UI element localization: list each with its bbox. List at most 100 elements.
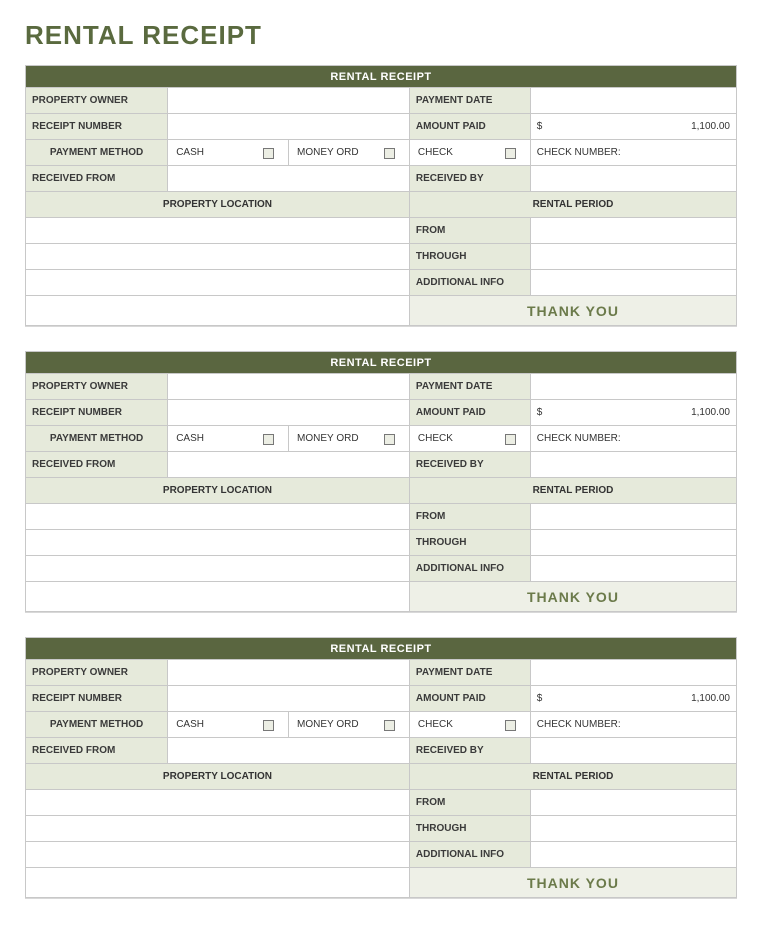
check-option[interactable]: CHECK [409, 140, 530, 166]
property-location-line[interactable] [26, 816, 410, 842]
property-location-line[interactable] [26, 218, 410, 244]
property-location-line[interactable] [26, 244, 410, 270]
receipt-number-value[interactable] [168, 400, 410, 426]
money-order-option[interactable]: MONEY ORD [289, 140, 410, 166]
property-owner-label: PROPERTY OWNER [26, 660, 168, 686]
property-location-line[interactable] [26, 296, 410, 326]
property-owner-value[interactable] [168, 660, 410, 686]
from-label: FROM [409, 790, 530, 816]
checkbox-icon[interactable] [263, 148, 274, 159]
amount-paid-label: AMOUNT PAID [409, 686, 530, 712]
receipt-number-label: RECEIPT NUMBER [26, 400, 168, 426]
check-option[interactable]: CHECK [409, 426, 530, 452]
through-label: THROUGH [409, 530, 530, 556]
receipt-number-label: RECEIPT NUMBER [26, 114, 168, 140]
rental-receipt: RENTAL RECEIPT PROPERTY OWNER PAYMENT DA… [25, 65, 737, 327]
received-from-value[interactable] [168, 166, 410, 192]
checkbox-icon[interactable] [505, 434, 516, 445]
property-location-header: PROPERTY LOCATION [26, 478, 410, 504]
amount-value: 1,100.00 [691, 121, 730, 132]
received-by-value[interactable] [530, 166, 736, 192]
check-option[interactable]: CHECK [409, 712, 530, 738]
payment-method-label: PAYMENT METHOD [26, 712, 168, 738]
receipt-number-value[interactable] [168, 686, 410, 712]
property-owner-value[interactable] [168, 374, 410, 400]
from-label: FROM [409, 504, 530, 530]
money-order-option[interactable]: MONEY ORD [289, 426, 410, 452]
check-number-field[interactable]: CHECK NUMBER: [530, 712, 736, 738]
through-value[interactable] [530, 816, 736, 842]
payment-method-label: PAYMENT METHOD [26, 426, 168, 452]
property-location-line[interactable] [26, 504, 410, 530]
amount-paid-value[interactable]: $ 1,100.00 [530, 114, 736, 140]
payment-method-label: PAYMENT METHOD [26, 140, 168, 166]
money-order-label: MONEY ORD [297, 147, 359, 158]
checkbox-icon[interactable] [384, 148, 395, 159]
through-label: THROUGH [409, 816, 530, 842]
property-owner-label: PROPERTY OWNER [26, 374, 168, 400]
amount-paid-label: AMOUNT PAID [409, 400, 530, 426]
rental-period-header: RENTAL PERIOD [409, 764, 736, 790]
through-label: THROUGH [409, 244, 530, 270]
rental-receipt: RENTAL RECEIPT PROPERTY OWNER PAYMENT DA… [25, 637, 737, 899]
check-number-field[interactable]: CHECK NUMBER: [530, 426, 736, 452]
check-label: CHECK [418, 719, 453, 730]
received-from-label: RECEIVED FROM [26, 738, 168, 764]
payment-date-value[interactable] [530, 660, 736, 686]
amount-paid-value[interactable]: $ 1,100.00 [530, 686, 736, 712]
property-location-line[interactable] [26, 556, 410, 582]
received-by-value[interactable] [530, 452, 736, 478]
receipt-header: RENTAL RECEIPT [26, 638, 737, 660]
through-value[interactable] [530, 530, 736, 556]
currency-symbol: $ [537, 693, 543, 704]
rental-period-header: RENTAL PERIOD [409, 478, 736, 504]
thank-you: THANK YOU [409, 868, 736, 898]
additional-info-value[interactable] [530, 270, 736, 296]
amount-paid-label: AMOUNT PAID [409, 114, 530, 140]
from-value[interactable] [530, 218, 736, 244]
property-location-line[interactable] [26, 842, 410, 868]
cash-option[interactable]: CASH [168, 140, 289, 166]
from-value[interactable] [530, 504, 736, 530]
checkbox-icon[interactable] [505, 720, 516, 731]
property-location-line[interactable] [26, 530, 410, 556]
amount-paid-value[interactable]: $ 1,100.00 [530, 400, 736, 426]
cash-option[interactable]: CASH [168, 426, 289, 452]
amount-value: 1,100.00 [691, 407, 730, 418]
payment-date-value[interactable] [530, 374, 736, 400]
property-location-line[interactable] [26, 790, 410, 816]
cash-option[interactable]: CASH [168, 712, 289, 738]
checkbox-icon[interactable] [384, 720, 395, 731]
payment-date-label: PAYMENT DATE [409, 374, 530, 400]
property-location-line[interactable] [26, 270, 410, 296]
check-number-field[interactable]: CHECK NUMBER: [530, 140, 736, 166]
checkbox-icon[interactable] [263, 434, 274, 445]
money-order-option[interactable]: MONEY ORD [289, 712, 410, 738]
from-value[interactable] [530, 790, 736, 816]
payment-date-value[interactable] [530, 88, 736, 114]
additional-info-label: ADDITIONAL INFO [409, 556, 530, 582]
received-by-value[interactable] [530, 738, 736, 764]
property-location-line[interactable] [26, 582, 410, 612]
currency-symbol: $ [537, 407, 543, 418]
receipt-number-value[interactable] [168, 114, 410, 140]
property-owner-value[interactable] [168, 88, 410, 114]
check-label: CHECK [418, 433, 453, 444]
additional-info-value[interactable] [530, 556, 736, 582]
received-from-value[interactable] [168, 738, 410, 764]
property-location-header: PROPERTY LOCATION [26, 764, 410, 790]
checkbox-icon[interactable] [505, 148, 516, 159]
amount-value: 1,100.00 [691, 693, 730, 704]
currency-symbol: $ [537, 121, 543, 132]
rental-receipt: RENTAL RECEIPT PROPERTY OWNER PAYMENT DA… [25, 351, 737, 613]
checkbox-icon[interactable] [263, 720, 274, 731]
received-by-label: RECEIVED BY [409, 738, 530, 764]
through-value[interactable] [530, 244, 736, 270]
additional-info-value[interactable] [530, 842, 736, 868]
property-owner-label: PROPERTY OWNER [26, 88, 168, 114]
page-title: RENTAL RECEIPT [25, 20, 737, 51]
property-location-line[interactable] [26, 868, 410, 898]
checkbox-icon[interactable] [384, 434, 395, 445]
additional-info-label: ADDITIONAL INFO [409, 270, 530, 296]
received-from-value[interactable] [168, 452, 410, 478]
